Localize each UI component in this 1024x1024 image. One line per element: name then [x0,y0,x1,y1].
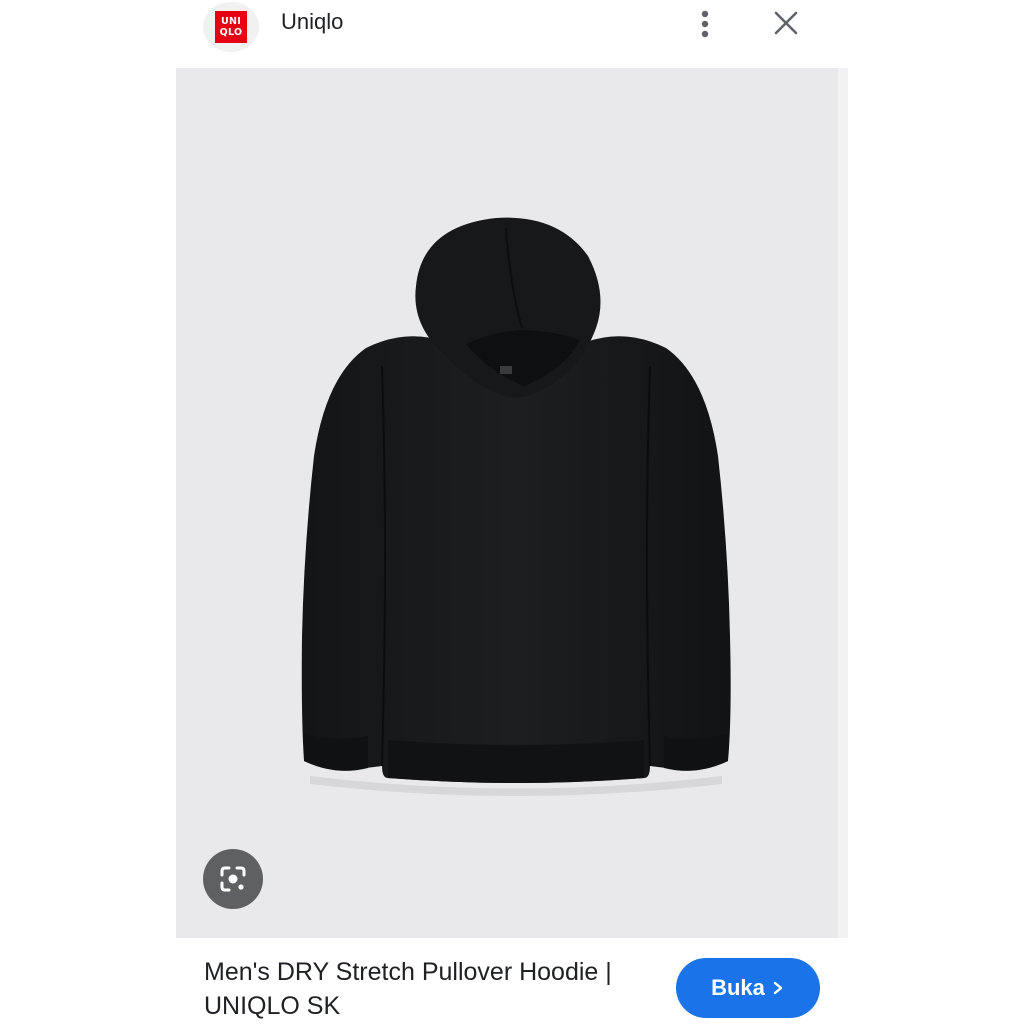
google-lens-icon [220,866,246,892]
more-vert-icon [701,10,709,38]
close-button[interactable] [768,6,804,42]
more-options-button[interactable] [688,6,722,42]
result-title[interactable]: Men's DRY Stretch Pullover Hoodie | UNIQ… [204,955,664,1023]
google-lens-button[interactable] [203,849,263,909]
site-name[interactable]: Uniqlo [281,9,343,35]
open-button[interactable]: Buka [676,958,820,1018]
open-button-label: Buka [711,975,765,1000]
chevron-right-icon [773,981,783,995]
image-edge-strip [838,68,848,938]
image-preview-panel: UNI QLO Uniqlo Men's DRY Stretch Pullove… [0,0,1024,1024]
site-logo-badge: UNI QLO [203,2,259,52]
black-hoodie-image [301,217,731,796]
header: UNI QLO Uniqlo [0,0,1024,64]
uniqlo-logo: UNI QLO [215,11,247,43]
logo-text-bottom: QLO [219,27,243,38]
logo-text-top: UNI [220,16,242,27]
close-icon [774,11,798,35]
product-image[interactable] [176,68,848,938]
